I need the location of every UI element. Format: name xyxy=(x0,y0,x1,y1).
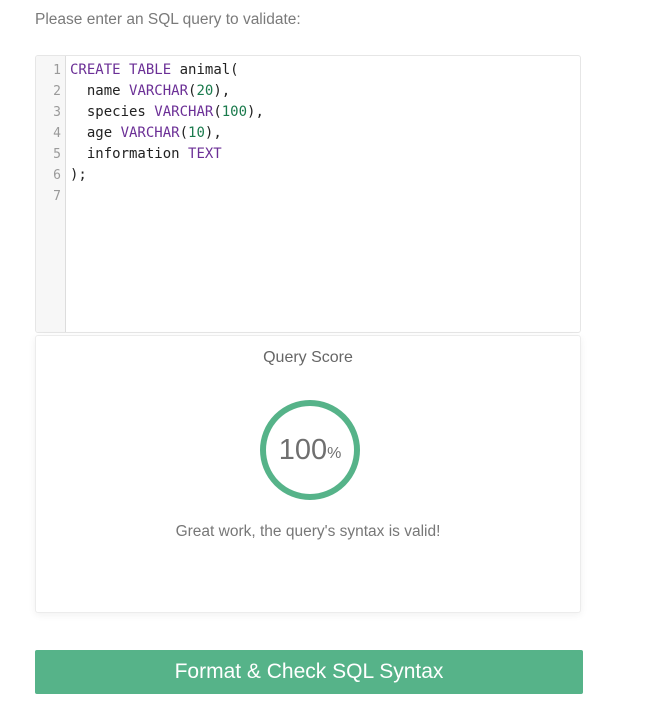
sql-text: ( xyxy=(213,104,222,120)
code-line[interactable]: species VARCHAR(100), xyxy=(70,102,580,123)
score-readout: 100% xyxy=(266,406,354,494)
sql-text: ), xyxy=(247,104,264,120)
sql-text: ), xyxy=(204,125,222,141)
sql-keyword: VARCHAR xyxy=(129,83,189,99)
sql-number: 20 xyxy=(196,83,214,99)
code-line[interactable]: information TEXT xyxy=(70,144,580,165)
line-number: 4 xyxy=(53,126,61,141)
sql-text: species xyxy=(70,104,155,120)
query-score-card: Query Score 100% Great work, the query's… xyxy=(35,335,581,613)
line-number-gutter: 1 2 3 4 5 6 7 xyxy=(36,56,66,332)
sql-text: animal( xyxy=(171,62,239,78)
code-line[interactable]: age VARCHAR(10), xyxy=(70,123,580,144)
sql-text: information xyxy=(70,146,189,162)
instruction-label: Please enter an SQL query to validate: xyxy=(35,11,301,28)
sql-number: 10 xyxy=(188,125,205,141)
sql-keyword: TABLE xyxy=(129,62,172,78)
score-title: Query Score xyxy=(263,349,353,366)
score-value: 100 xyxy=(278,433,328,466)
sql-text: ); xyxy=(70,167,87,183)
score-message: Great work, the query's syntax is valid! xyxy=(175,523,441,540)
sql-editor[interactable]: 1 2 3 4 5 6 7 CREATE TABLE animal( name VARCHA… xyxy=(35,55,581,333)
sql-text: name xyxy=(70,83,130,99)
sql-keyword: TEXT xyxy=(188,146,222,162)
code-line[interactable]: name VARCHAR(20), xyxy=(70,81,580,102)
score-unit: % xyxy=(327,445,342,462)
sql-text: age xyxy=(70,125,121,141)
line-number: 2 xyxy=(53,84,61,99)
line-number: 6 xyxy=(53,168,61,183)
line-number: 1 xyxy=(53,63,61,78)
code-line[interactable] xyxy=(70,186,580,207)
score-ring: 100% xyxy=(260,400,360,500)
line-number: 5 xyxy=(53,147,61,162)
line-number: 7 xyxy=(53,189,61,204)
sql-keyword: VARCHAR xyxy=(154,104,214,120)
format-check-button[interactable]: Format & Check SQL Syntax xyxy=(35,650,583,694)
sql-number: 100 xyxy=(221,104,248,120)
sql-text: ), xyxy=(213,83,231,99)
line-number: 3 xyxy=(53,105,61,120)
code-line[interactable]: CREATE TABLE animal( xyxy=(70,60,580,81)
sql-text: ( xyxy=(179,125,189,141)
sql-keyword: CREATE xyxy=(70,62,121,78)
sql-keyword: VARCHAR xyxy=(120,125,180,141)
code-area[interactable]: CREATE TABLE animal( name VARCHAR(20), s… xyxy=(70,56,580,207)
code-line[interactable]: ); xyxy=(70,165,580,186)
